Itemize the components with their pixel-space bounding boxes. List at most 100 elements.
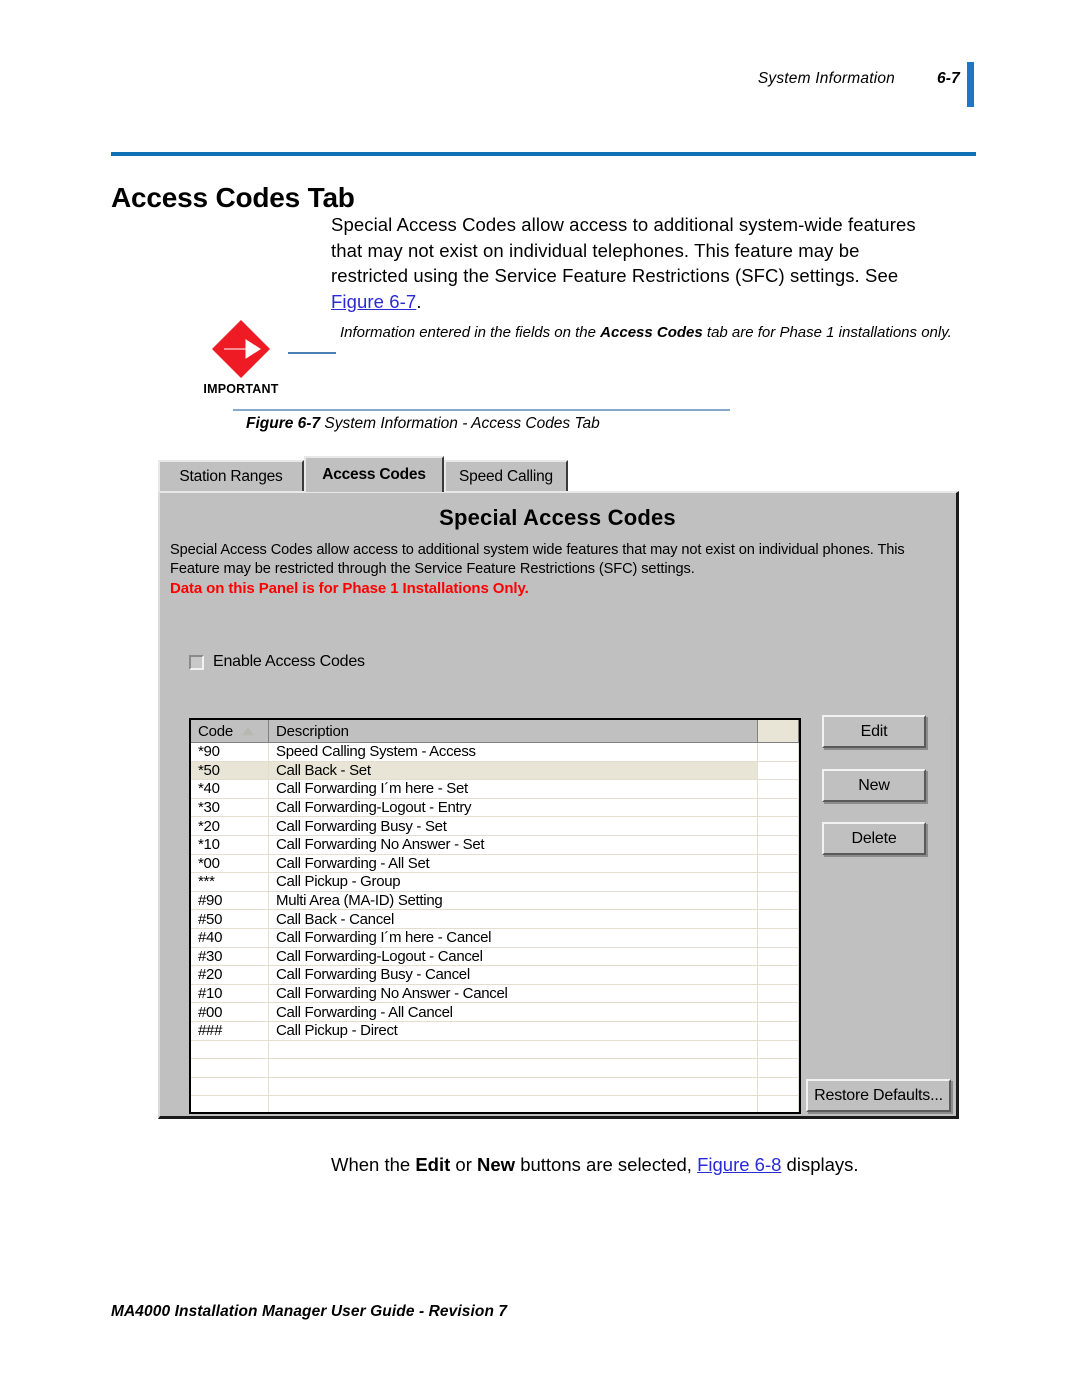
- cell-spacer: [758, 910, 799, 929]
- panel-description: Special Access Codes allow access to add…: [170, 542, 905, 577]
- closing-bold-edit: Edit: [415, 1154, 451, 1175]
- enable-access-codes-label: Enable Access Codes: [213, 653, 365, 670]
- cell-description: [269, 1077, 758, 1097]
- figure-caption-number: Figure 6-7: [246, 415, 321, 432]
- figure-6-7-link[interactable]: Figure 6-7: [331, 291, 416, 312]
- cell-code: #50: [191, 910, 269, 929]
- important-text-bold: Access Codes: [600, 324, 703, 341]
- grid-right-edge-sliver: [950, 718, 953, 1114]
- table-row[interactable]: *00 Call Forwarding - All Set: [191, 854, 799, 874]
- running-head: System Information 6-7: [0, 70, 960, 88]
- table-row[interactable]: #50 Call Back - Cancel: [191, 910, 799, 929]
- grid-header-description-label: Description: [276, 722, 349, 740]
- table-row[interactable]: *** Call Pickup - Group: [191, 873, 799, 892]
- cell-description: [269, 1040, 758, 1060]
- table-row[interactable]: *50 Call Back - Set: [191, 761, 799, 781]
- cell-description: [269, 1096, 758, 1112]
- restore-defaults-button[interactable]: Restore Defaults...: [806, 1079, 951, 1112]
- cell-description: Call Back - Cancel: [269, 910, 758, 929]
- cell-description: Call Forwarding - All Cancel: [269, 1003, 758, 1022]
- cell-description: Call Pickup - Direct: [269, 1021, 758, 1041]
- grid-header-description[interactable]: Description: [269, 720, 758, 743]
- table-row[interactable]: [191, 1040, 799, 1060]
- cell-description: Multi Area (MA-ID) Setting: [269, 891, 758, 911]
- figure-caption: Figure 6-7 System Information - Access C…: [246, 415, 600, 433]
- cell-code: [191, 1096, 269, 1112]
- cell-code: #40: [191, 928, 269, 948]
- cell-description: Call Back - Set: [269, 761, 758, 781]
- cell-description: Call Pickup - Group: [269, 873, 758, 892]
- table-row[interactable]: *90 Speed Calling System - Access: [191, 743, 799, 762]
- cell-code: [191, 1059, 269, 1078]
- table-row[interactable]: [191, 1077, 799, 1097]
- new-button[interactable]: New: [822, 769, 926, 802]
- cell-code: *50: [191, 761, 269, 781]
- cell-spacer: [758, 780, 799, 799]
- cell-code: #10: [191, 984, 269, 1004]
- cell-spacer: [758, 966, 799, 985]
- table-row[interactable]: #30 Call Forwarding-Logout - Cancel: [191, 947, 799, 967]
- closing-mid-2: buttons are selected,: [515, 1154, 698, 1175]
- running-head-title: System Information: [757, 70, 895, 87]
- cell-code: [191, 1040, 269, 1060]
- cell-code: *90: [191, 743, 269, 762]
- table-row[interactable]: *40 Call Forwarding I´m here - Set: [191, 780, 799, 799]
- cell-description: Call Forwarding Busy - Set: [269, 817, 758, 836]
- tab-station-ranges[interactable]: Station Ranges: [158, 460, 304, 491]
- grid-header-code[interactable]: Code: [191, 720, 269, 743]
- table-row[interactable]: [191, 1096, 799, 1112]
- important-text-before: Information entered in the fields on the: [340, 324, 601, 341]
- important-text: Information entered in the fields on the…: [340, 322, 980, 344]
- figure-caption-text: System Information - Access Codes Tab: [324, 415, 600, 432]
- cell-spacer: [758, 1096, 799, 1112]
- table-row[interactable]: *10 Call Forwarding No Answer - Set: [191, 835, 799, 855]
- delete-button[interactable]: Delete: [822, 822, 926, 855]
- table-row[interactable]: *30 Call Forwarding-Logout - Entry: [191, 798, 799, 818]
- table-row[interactable]: #10 Call Forwarding No Answer - Cancel: [191, 984, 799, 1004]
- cell-code: #20: [191, 966, 269, 985]
- cell-code: ###: [191, 1021, 269, 1041]
- table-row[interactable]: #00 Call Forwarding - All Cancel: [191, 1003, 799, 1022]
- table-row[interactable]: #40 Call Forwarding I´m here - Cancel: [191, 928, 799, 948]
- page-title: Access Codes Tab: [111, 181, 355, 213]
- table-row[interactable]: #90 Multi Area (MA-ID) Setting: [191, 891, 799, 911]
- table-row[interactable]: *20 Call Forwarding Busy - Set: [191, 817, 799, 836]
- cell-spacer: [758, 854, 799, 874]
- header-accent-bar: [967, 62, 974, 107]
- sort-ascending-icon: [242, 726, 254, 736]
- cell-description: Call Forwarding-Logout - Cancel: [269, 947, 758, 967]
- grid-header-spacer: [758, 720, 799, 743]
- closing-before: When the: [331, 1154, 416, 1175]
- intro-line-2: that may not exist on individual telepho…: [331, 239, 860, 261]
- tab-speed-calling[interactable]: Speed Calling: [444, 460, 568, 491]
- enable-access-codes-row[interactable]: Enable Access Codes: [189, 653, 365, 671]
- table-row[interactable]: #20 Call Forwarding Busy - Cancel: [191, 966, 799, 985]
- cell-spacer: [758, 1077, 799, 1097]
- cell-code: #00: [191, 1003, 269, 1022]
- table-row[interactable]: ### Call Pickup - Direct: [191, 1021, 799, 1041]
- cell-spacer: [758, 947, 799, 967]
- enable-access-codes-checkbox[interactable]: [189, 654, 204, 670]
- cell-description: Call Forwarding-Logout - Entry: [269, 798, 758, 818]
- important-callout: IMPORTANT Information entered in the fie…: [196, 318, 986, 413]
- important-leader-line: [288, 352, 336, 354]
- cell-description: Call Forwarding No Answer - Cancel: [269, 984, 758, 1004]
- cell-code: *30: [191, 798, 269, 818]
- cell-description: Call Forwarding I´m here - Cancel: [269, 928, 758, 948]
- table-row[interactable]: [191, 1059, 799, 1078]
- access-codes-grid[interactable]: Code Description *90 Speed Calling System…: [189, 718, 801, 1114]
- tab-access-codes[interactable]: Access Codes: [304, 456, 444, 492]
- figure-6-8-link[interactable]: Figure 6-8: [697, 1154, 781, 1175]
- grid-header-code-label: Code: [198, 722, 234, 740]
- grid-rows: *90 Speed Calling System - Access *50 Call …: [191, 743, 799, 1112]
- intro-line-3: restricted using the Service Feature Res…: [331, 265, 899, 286]
- grid-header-row: Code Description: [191, 720, 799, 743]
- cell-spacer: [758, 761, 799, 781]
- cell-code: *10: [191, 835, 269, 855]
- cell-code: ***: [191, 873, 269, 892]
- cell-spacer: [758, 891, 799, 911]
- cell-code: *20: [191, 817, 269, 836]
- cell-code: *40: [191, 780, 269, 799]
- edit-button[interactable]: Edit: [822, 715, 926, 748]
- cell-spacer: [758, 798, 799, 818]
